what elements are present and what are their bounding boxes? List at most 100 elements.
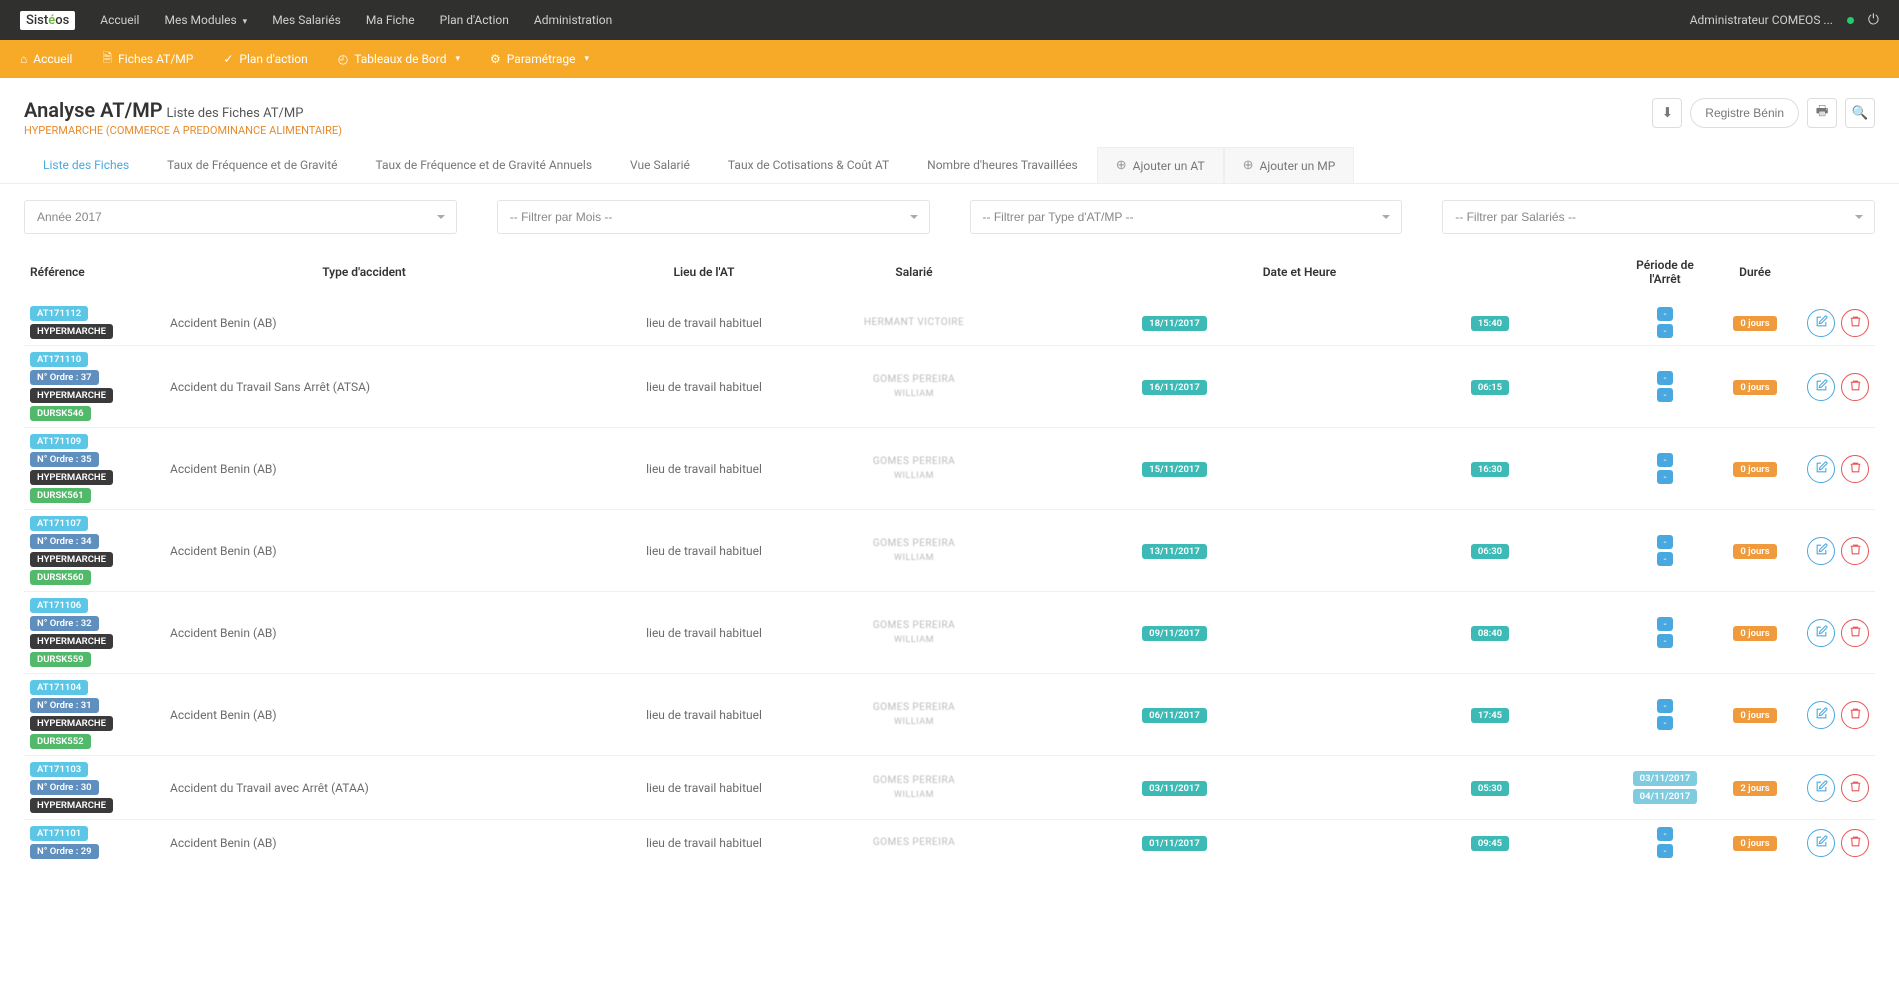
delete-button[interactable] [1841, 309, 1869, 337]
delete-button[interactable] [1841, 537, 1869, 565]
edit-button[interactable] [1807, 309, 1835, 337]
delete-button[interactable] [1841, 455, 1869, 483]
edit-button[interactable] [1807, 774, 1835, 802]
edit-icon [1815, 625, 1828, 641]
sub-navbar: ⌂Accueil 🗎Fiches AT/MP ✓Plan d'action ◴T… [0, 40, 1899, 78]
badge-at: AT171103 [30, 762, 88, 777]
registre-button[interactable]: Registre Bénin [1690, 98, 1799, 128]
edit-icon [1815, 707, 1828, 723]
badge-heure: 09:45 [1471, 836, 1509, 851]
table-row: AT171110N° Ordre : 37HYPERMARCHEDURSK546… [24, 346, 1875, 428]
edit-icon [1815, 315, 1828, 331]
edit-button[interactable] [1807, 455, 1835, 483]
cell-lieu: lieu de travail habituel [564, 300, 844, 346]
cell-type: Accident Benin (AB) [164, 428, 564, 510]
period-empty: - [1657, 388, 1673, 402]
plus-icon: ⊕ [1243, 158, 1254, 173]
user-menu[interactable]: Administrateur COMEOS ... [1690, 13, 1833, 27]
nav-accueil[interactable]: Accueil [100, 13, 139, 27]
power-icon[interactable]: ⏻ [1868, 12, 1879, 28]
nav-modules[interactable]: Mes Modules ▾ [164, 13, 247, 27]
subnav-accueil[interactable]: ⌂Accueil [20, 52, 72, 66]
col-reference[interactable]: Référence [24, 250, 164, 300]
fiches-table: Référence Type d'accident Lieu de l'AT S… [24, 250, 1875, 865]
badge-date: 03/11/2017 [1142, 781, 1207, 796]
subnav-tableaux[interactable]: ◴Tableaux de Bord ▾ [338, 52, 460, 66]
badge-date: 18/11/2017 [1142, 316, 1207, 331]
edit-icon [1815, 835, 1828, 851]
subnav-plan[interactable]: ✓Plan d'action [223, 52, 307, 66]
tab-ajouter-un-mp[interactable]: ⊕Ajouter un MP [1224, 147, 1355, 183]
badge-etab: HYPERMARCHE [30, 388, 113, 403]
tab-ajouter-un-at[interactable]: ⊕Ajouter un AT [1097, 147, 1224, 183]
delete-button[interactable] [1841, 829, 1869, 857]
delete-button[interactable] [1841, 619, 1869, 647]
badge-date: 09/11/2017 [1142, 626, 1207, 641]
tab-taux-de-cotisations-co-t-at[interactable]: Taux de Cotisations & Coût AT [709, 147, 908, 183]
cell-type: Accident Benin (AB) [164, 674, 564, 756]
badge-heure: 16:30 [1471, 462, 1509, 477]
cell-salarie: GOMES PEREIRAWILLIAM [850, 455, 978, 483]
cell-salarie: GOMES PEREIRAWILLIAM [850, 537, 978, 565]
tab-liste-des-fiches[interactable]: Liste des Fiches [24, 147, 148, 183]
col-period[interactable]: Période de l'Arrêt [1615, 250, 1715, 300]
download-icon: ⬇ [1662, 105, 1673, 121]
tab-taux-de-fr-quence-et-de-gravit-[interactable]: Taux de Fréquence et de Gravité [148, 147, 356, 183]
edit-button[interactable] [1807, 619, 1835, 647]
filter-salarie[interactable] [1442, 200, 1875, 234]
tab-vue-salari-[interactable]: Vue Salarié [611, 147, 709, 183]
trash-icon [1849, 835, 1862, 851]
badge-duree: 2 jours [1733, 781, 1776, 796]
delete-button[interactable] [1841, 373, 1869, 401]
badge-ordre: N° Ordre : 31 [30, 698, 99, 713]
cell-lieu: lieu de travail habituel [564, 346, 844, 428]
nav-salaries[interactable]: Mes Salariés [272, 13, 341, 27]
badge-heure: 08:40 [1471, 626, 1509, 641]
cell-lieu: lieu de travail habituel [564, 820, 844, 866]
trash-icon [1849, 780, 1862, 796]
subnav-fiches[interactable]: 🗎Fiches AT/MP [102, 49, 193, 70]
table-row: AT171107N° Ordre : 34HYPERMARCHEDURSK560… [24, 510, 1875, 592]
cell-lieu: lieu de travail habituel [564, 592, 844, 674]
filter-month[interactable] [497, 200, 930, 234]
badge-heure: 06:30 [1471, 544, 1509, 559]
table-row: AT171112HYPERMARCHEAccident Benin (AB)li… [24, 300, 1875, 346]
col-duree[interactable]: Durée [1715, 250, 1795, 300]
chart-icon: ◴ [338, 52, 348, 66]
col-salarie[interactable]: Salarié [844, 250, 984, 300]
trash-icon [1849, 625, 1862, 641]
filter-year[interactable] [24, 200, 457, 234]
nav-plan[interactable]: Plan d'Action [440, 13, 509, 27]
edit-button[interactable] [1807, 537, 1835, 565]
tab-nombre-d-heures-travaill-es[interactable]: Nombre d'heures Travaillées [908, 147, 1097, 183]
file-icon: 🗎 [102, 49, 112, 70]
trash-icon [1849, 543, 1862, 559]
download-button[interactable]: ⬇ [1652, 98, 1682, 128]
edit-button[interactable] [1807, 829, 1835, 857]
search-button[interactable]: 🔍 [1845, 98, 1875, 128]
filter-type[interactable] [970, 200, 1403, 234]
badge-ordre: N° Ordre : 35 [30, 452, 99, 467]
period-empty: - [1657, 371, 1673, 385]
trash-icon [1849, 707, 1862, 723]
page-subtitle: Liste des Fiches AT/MP [167, 106, 304, 121]
badge-ordre: N° Ordre : 37 [30, 370, 99, 385]
badge-heure: 15:40 [1471, 316, 1509, 331]
subnav-param[interactable]: ⚙Paramétrage ▾ [490, 52, 589, 66]
edit-button[interactable] [1807, 701, 1835, 729]
edit-button[interactable] [1807, 373, 1835, 401]
col-date[interactable]: Date et Heure [984, 250, 1615, 300]
delete-button[interactable] [1841, 774, 1869, 802]
cell-type: Accident Benin (AB) [164, 592, 564, 674]
badge-etab: HYPERMARCHE [30, 634, 113, 649]
table-row: AT171103N° Ordre : 30HYPERMARCHEAccident… [24, 756, 1875, 820]
logo[interactable]: Sistéos [20, 11, 75, 30]
tab-taux-de-fr-quence-et-de-gravit-annuels[interactable]: Taux de Fréquence et de Gravité Annuels [357, 147, 612, 183]
delete-button[interactable] [1841, 701, 1869, 729]
chevron-down-icon: ▾ [584, 54, 589, 64]
col-type[interactable]: Type d'accident [164, 250, 564, 300]
print-button[interactable]: 🖶 [1807, 98, 1837, 128]
col-lieu[interactable]: Lieu de l'AT [564, 250, 844, 300]
nav-fiche[interactable]: Ma Fiche [366, 13, 415, 27]
nav-admin[interactable]: Administration [534, 13, 612, 27]
